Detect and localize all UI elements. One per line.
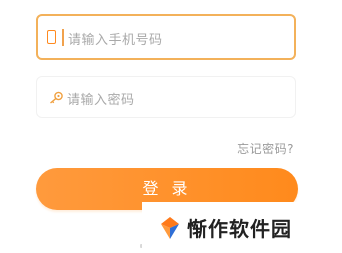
watermark-text: 惭作软件园 — [187, 217, 292, 241]
password-placeholder: 请输入密码 — [67, 93, 135, 108]
login-page: 请输入手机号码 请输入密码 忘记密码? 登 录 惭作软件园 — [0, 0, 342, 253]
watermark: 惭作软件园 — [142, 202, 342, 253]
diamond-logo-icon — [161, 217, 179, 239]
phone-placeholder: 请输入手机号码 — [68, 33, 163, 48]
password-field[interactable]: 请输入密码 — [36, 76, 296, 118]
phone-field[interactable]: 请输入手机号码 — [36, 14, 296, 60]
forgot-password-link[interactable]: 忘记密码? — [237, 140, 294, 157]
